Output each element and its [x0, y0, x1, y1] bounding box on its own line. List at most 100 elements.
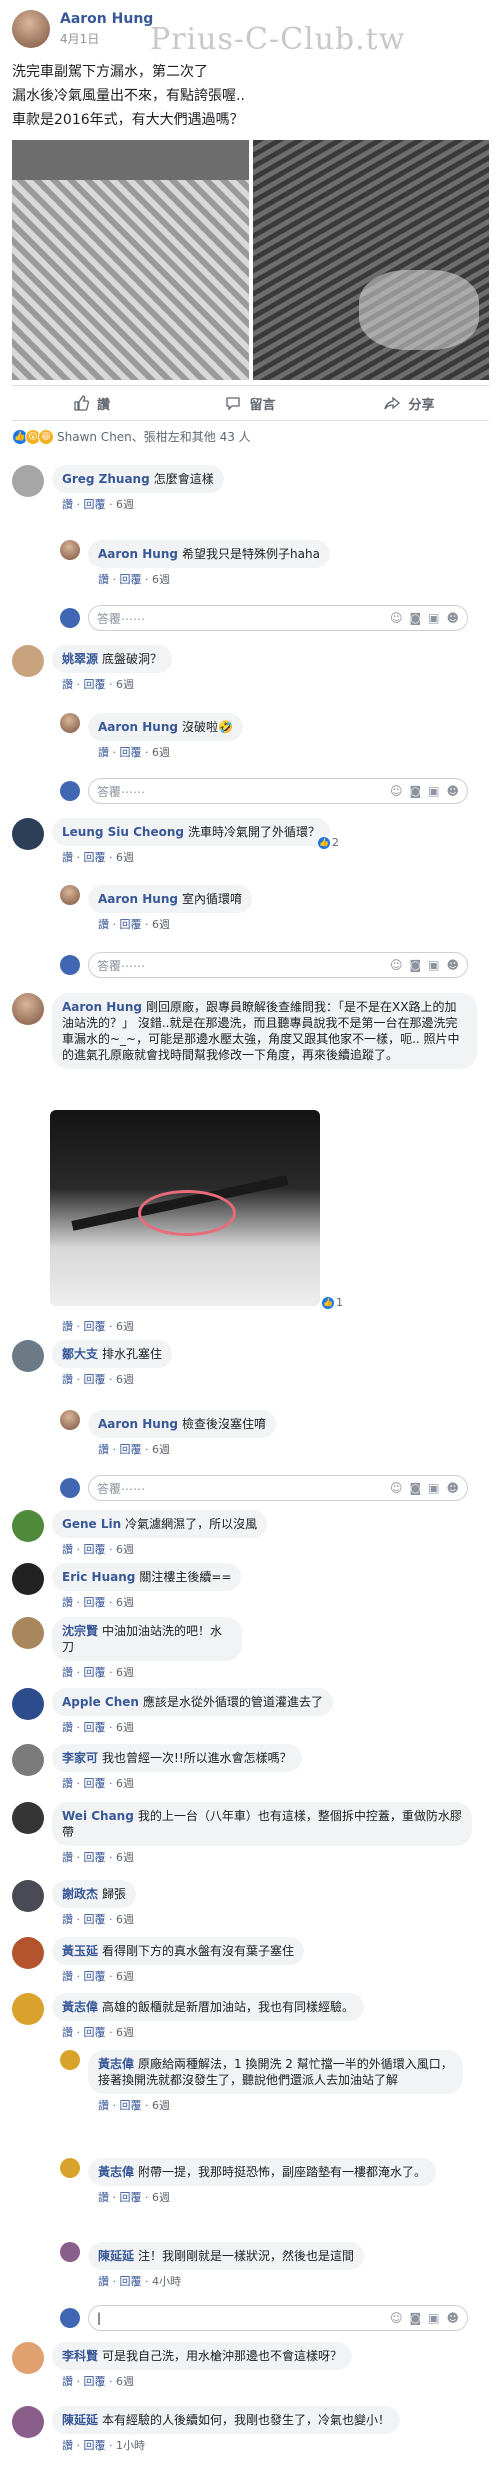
comment-time[interactable]: 6週 [152, 1443, 170, 1456]
comment-like-link[interactable]: 讚 [62, 678, 73, 691]
gif-icon[interactable]: ▣ [428, 784, 439, 798]
commenter-avatar[interactable] [60, 2158, 80, 2178]
comment-time[interactable]: 6週 [116, 2026, 134, 2039]
commenter-name[interactable]: 謝政杰 [62, 1887, 98, 1901]
comment-reply-link[interactable]: 回覆 [120, 918, 142, 931]
sticker-icon[interactable]: ☻ [446, 2311, 459, 2325]
post-date[interactable]: 4月1日 [60, 30, 153, 47]
comment-like-link[interactable]: 讚 [62, 1543, 73, 1556]
reply-input[interactable]: 答覆⋯⋯ ☺ ◙ ▣ ☻ [88, 952, 468, 978]
comment-reply-link[interactable]: 回覆 [120, 1443, 142, 1456]
comment-reply-link[interactable]: 回覆 [120, 2191, 142, 2204]
author-avatar[interactable] [12, 10, 50, 48]
comment-like-link[interactable]: 讚 [62, 498, 73, 511]
commenter-avatar[interactable] [12, 993, 44, 1025]
comment-like-link[interactable]: 讚 [98, 573, 109, 586]
comment-time[interactable]: 6週 [116, 2375, 134, 2388]
commenter-name[interactable]: Eric Huang [62, 1570, 135, 1584]
comment-reply-link[interactable]: 回覆 [84, 2375, 106, 2388]
sticker-icon[interactable]: ☻ [446, 958, 459, 972]
comment-reply-link[interactable]: 回覆 [84, 1913, 106, 1926]
camera-icon[interactable]: ◙ [409, 1481, 421, 1495]
comment-reply-link[interactable]: 回覆 [84, 1373, 106, 1386]
comment-time[interactable]: 6週 [116, 1851, 134, 1864]
comment-reply-link[interactable]: 回覆 [84, 1666, 106, 1679]
comment-photo-wiper-intake[interactable] [50, 1110, 320, 1306]
commenter-name[interactable]: Aaron Hung [98, 547, 178, 561]
comment-like-link[interactable]: 讚 [98, 2191, 109, 2204]
post-photo-floor-mat[interactable] [12, 140, 249, 380]
comment-time[interactable]: 4小時 [152, 2275, 181, 2288]
commenter-avatar[interactable] [12, 1880, 44, 1912]
commenter-avatar[interactable] [12, 1563, 44, 1595]
sticker-icon[interactable]: ☻ [446, 784, 459, 798]
commenter-name[interactable]: 姚翠源 [62, 652, 98, 666]
comment-reply-link[interactable]: 回覆 [120, 746, 142, 759]
commenter-name[interactable]: 李科賢 [62, 2349, 98, 2363]
reaction-summary[interactable]: 👍 😮 😆 Shawn Chen、張柑左和其他 43 人 [12, 428, 251, 445]
comment-reply-link[interactable]: 回覆 [84, 2439, 106, 2452]
comment-like-link[interactable]: 讚 [98, 2099, 109, 2112]
commenter-name[interactable]: 黃志偉 [62, 2000, 98, 2014]
commenter-avatar[interactable] [12, 1510, 44, 1542]
commenter-name[interactable]: 沈宗賢 [62, 1624, 98, 1638]
commenter-avatar[interactable] [60, 885, 80, 905]
comment-time[interactable]: 6週 [116, 1666, 134, 1679]
comment-time[interactable]: 6週 [116, 1970, 134, 1983]
commenter-name[interactable]: 陳延延 [62, 2413, 98, 2427]
commenter-name[interactable]: Aaron Hung [98, 892, 178, 906]
commenter-name[interactable]: 陳延延 [98, 2249, 134, 2263]
commenter-name[interactable]: 黃志偉 [98, 2165, 134, 2179]
comment-like-link[interactable]: 讚 [98, 2275, 109, 2288]
comment-like-link[interactable]: 讚 [62, 1373, 73, 1386]
comment-like-link[interactable]: 讚 [98, 746, 109, 759]
gif-icon[interactable]: ▣ [428, 611, 439, 625]
comment-time[interactable]: 6週 [116, 1913, 134, 1926]
commenter-name[interactable]: Apple Chen [62, 1695, 139, 1709]
comment-time[interactable]: 6週 [152, 573, 170, 586]
commenter-avatar[interactable] [12, 1340, 44, 1372]
comment-like-link[interactable]: 讚 [62, 1851, 73, 1864]
reply-input[interactable]: 答覆⋯⋯ ☺ ◙ ▣ ☻ [88, 778, 468, 804]
reply-input[interactable]: 答覆⋯⋯ ☺ ◙ ▣ ☻ [88, 1475, 468, 1501]
comment-reply-link[interactable]: 回覆 [84, 1320, 106, 1333]
commenter-avatar[interactable] [60, 713, 80, 733]
comment-like-link[interactable]: 讚 [62, 2375, 73, 2388]
commenter-name[interactable]: Gene Lin [62, 1517, 121, 1531]
commenter-name[interactable]: 李家可 [62, 1751, 98, 1765]
post-author[interactable]: Aaron Hung [60, 11, 153, 27]
emoji-icon[interactable]: ☺ [390, 611, 403, 625]
commenter-name[interactable]: 鄒大支 [62, 1347, 98, 1361]
comment-reply-link[interactable]: 回覆 [120, 573, 142, 586]
commenter-name[interactable]: 黃志偉 [98, 2057, 134, 2071]
comment-time[interactable]: 6週 [116, 1373, 134, 1386]
share-button[interactable]: 分享 [330, 394, 489, 413]
comment-time[interactable]: 6週 [116, 1777, 134, 1790]
comment-like-count[interactable]: 👍 2 [318, 836, 339, 849]
comment-like-count[interactable]: 👍 1 [322, 1296, 343, 1309]
comment-time[interactable]: 6週 [116, 1721, 134, 1734]
emoji-icon[interactable]: ☺ [390, 958, 403, 972]
commenter-avatar[interactable] [12, 2406, 44, 2438]
commenter-avatar[interactable] [12, 818, 44, 850]
comment-reply-link[interactable]: 回覆 [84, 498, 106, 511]
like-button[interactable]: 讚 [12, 394, 171, 413]
comment-reply-link[interactable]: 回覆 [84, 678, 106, 691]
post-photo-wet-mat[interactable] [252, 140, 489, 380]
commenter-avatar[interactable] [12, 1744, 44, 1776]
commenter-avatar[interactable] [60, 2242, 80, 2262]
commenter-name[interactable]: Wei Chang [62, 1809, 134, 1823]
comment-button[interactable]: 留言 [171, 394, 330, 413]
commenter-avatar[interactable] [12, 1993, 44, 2025]
comment-reply-link[interactable]: 回覆 [84, 1543, 106, 1556]
reply-input[interactable]: | ☺ ◙ ▣ ☻ [88, 2305, 468, 2331]
comment-time[interactable]: 6週 [116, 1596, 134, 1609]
comment-like-link[interactable]: 讚 [62, 1596, 73, 1609]
commenter-avatar[interactable] [60, 1410, 80, 1430]
sticker-icon[interactable]: ☻ [446, 1481, 459, 1495]
commenter-avatar[interactable] [60, 2050, 80, 2070]
commenter-avatar[interactable] [12, 645, 44, 677]
comment-like-link[interactable]: 讚 [62, 1320, 73, 1333]
comment-reply-link[interactable]: 回覆 [120, 2275, 142, 2288]
sticker-icon[interactable]: ☻ [446, 611, 459, 625]
